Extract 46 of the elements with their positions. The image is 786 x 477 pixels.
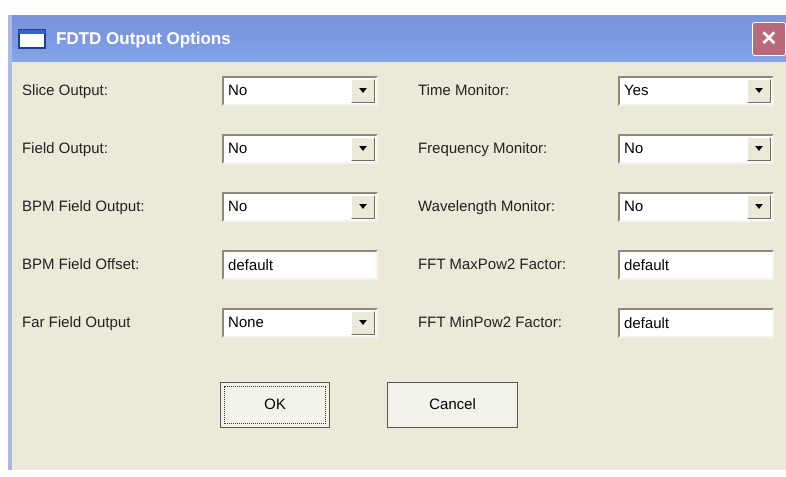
dropdown-arrow-button[interactable]: [351, 79, 375, 103]
caret-icon: [754, 88, 764, 94]
field-label: Wavelength Monitor:: [418, 196, 556, 217]
field-label: Slice Output:: [22, 80, 109, 101]
window-icon: [18, 28, 46, 48]
field-label: BPM Field Offset:: [22, 254, 140, 275]
dropdown-value: None: [227, 312, 265, 333]
caret-icon: [358, 146, 368, 152]
dropdown[interactable]: No: [222, 76, 378, 106]
dropdown-arrow-button[interactable]: [747, 195, 771, 219]
dropdown[interactable]: No: [618, 134, 774, 164]
dropdown[interactable]: Yes: [618, 76, 774, 106]
field-label: Far Field Output: [22, 312, 132, 333]
window-title: FDTD Output Options: [56, 28, 232, 50]
dropdown[interactable]: No: [222, 192, 378, 222]
dialog-button[interactable]: OK: [220, 382, 330, 428]
field-label: FFT MinPow2 Factor:: [418, 312, 563, 333]
dialog-button[interactable]: Cancel: [387, 382, 518, 428]
field-label: Field Output:: [22, 138, 109, 159]
field-label: BPM Field Output:: [22, 196, 146, 217]
dropdown-arrow-button[interactable]: [747, 137, 771, 161]
input-field[interactable]: default: [618, 250, 774, 280]
dropdown-value: Yes: [623, 80, 650, 101]
caret-icon: [358, 204, 368, 210]
caret-icon: [754, 146, 764, 152]
dropdown-arrow-button[interactable]: [351, 311, 375, 335]
caret-icon: [358, 320, 368, 326]
dropdown-value: No: [227, 138, 248, 159]
field-label: Frequency Monitor:: [418, 138, 548, 159]
dropdown[interactable]: None: [222, 308, 378, 338]
field-label: FFT MaxPow2 Factor:: [418, 254, 568, 275]
dropdown-value: No: [623, 196, 644, 217]
input-field[interactable]: default: [618, 308, 774, 338]
dropdown-value: No: [227, 196, 248, 217]
dropdown[interactable]: No: [618, 192, 774, 222]
dropdown-value: No: [227, 80, 248, 101]
field-label: Time Monitor:: [418, 80, 510, 101]
dropdown-arrow-button[interactable]: [747, 79, 771, 103]
dropdown[interactable]: No: [222, 134, 378, 164]
close-button[interactable]: ✕: [752, 22, 786, 56]
dropdown-arrow-button[interactable]: [351, 195, 375, 219]
caret-icon: [754, 204, 764, 210]
dropdown-arrow-button[interactable]: [351, 137, 375, 161]
caret-icon: [358, 88, 368, 94]
dropdown-value: No: [623, 138, 644, 159]
input-field[interactable]: default: [222, 250, 378, 280]
